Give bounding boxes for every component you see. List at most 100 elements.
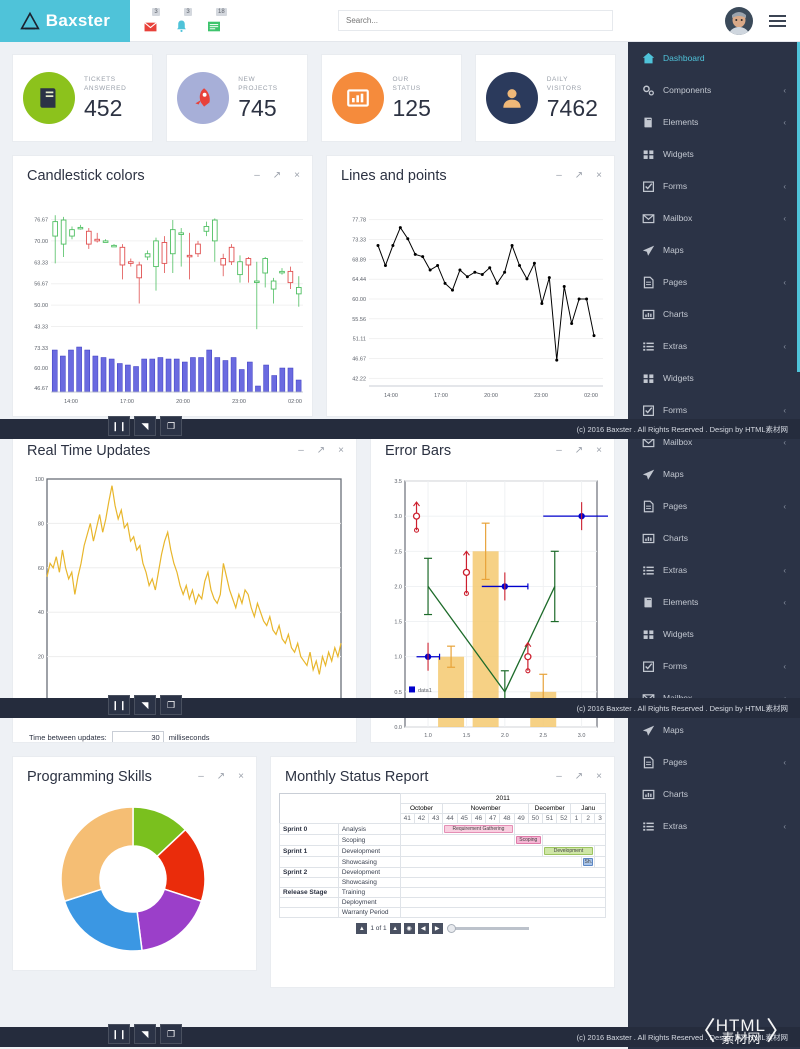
sidebar-item-extras[interactable]: Extras ‹ xyxy=(628,554,800,586)
close-icon[interactable]: × xyxy=(294,171,300,181)
chevron-left-icon[interactable]: ‹ xyxy=(783,406,786,415)
minimize-icon[interactable]: – xyxy=(556,772,562,782)
signal-button[interactable]: ◥ xyxy=(134,695,156,715)
gantt-zoom-slider[interactable] xyxy=(446,924,529,933)
chevron-left-icon[interactable]: ‹ xyxy=(783,662,786,671)
sidebar-item-extras[interactable]: Extras ‹ xyxy=(628,330,800,362)
expand-icon[interactable]: ↗ xyxy=(575,772,583,782)
gantt-control-1[interactable]: ◉ xyxy=(403,923,415,934)
sidebar-item-forms[interactable]: Forms ‹ xyxy=(628,170,800,202)
chevron-left-icon[interactable]: ‹ xyxy=(783,758,786,767)
signal-button[interactable]: ◥ xyxy=(134,1024,156,1044)
expand-icon[interactable]: ↗ xyxy=(575,446,583,456)
gantt-row[interactable]: Scoping Scoping xyxy=(279,834,606,846)
sidebar-item-extras[interactable]: Extras ‹ xyxy=(628,810,800,842)
sidebar-item-dashboard[interactable]: Dashboard xyxy=(628,42,800,74)
update-interval-input[interactable] xyxy=(111,731,164,742)
sidebar-item-pages[interactable]: Pages ‹ xyxy=(628,746,800,778)
chevron-left-icon[interactable]: ‹ xyxy=(783,182,786,191)
sidebar-item-components[interactable]: Components ‹ xyxy=(628,74,800,106)
chevron-left-icon[interactable]: ‹ xyxy=(783,86,786,95)
bell-icon-button[interactable]: 3 xyxy=(176,7,194,32)
close-icon[interactable]: × xyxy=(238,772,244,782)
page-button[interactable]: ❐ xyxy=(160,695,182,715)
sidebar-item-mailbox[interactable]: Mailbox ‹ xyxy=(628,202,800,234)
gantt-bar[interactable]: Requirement Gathering xyxy=(444,825,513,833)
lines-chart[interactable]: 77.78 73.33 68.89 64.44 60.00 55.56 51.11 46.67… xyxy=(327,190,614,416)
sidebar-item-pages[interactable]: Pages ‹ xyxy=(628,266,800,298)
gantt-control-0[interactable]: ▲ xyxy=(389,923,401,934)
chevron-left-icon[interactable]: ‹ xyxy=(783,566,786,575)
gantt-row[interactable]: Showcasing Sh. xyxy=(279,856,606,868)
gantt-row[interactable]: Sprint 1 Development Development xyxy=(279,845,606,857)
minimize-icon[interactable]: – xyxy=(556,171,562,181)
chevron-left-icon[interactable]: ‹ xyxy=(783,118,786,127)
minimize-icon[interactable]: – xyxy=(298,446,304,456)
candlestick-chart[interactable]: 76.67 70.00 63.33 56.67 50.00 43.33 73.33 60.00… xyxy=(13,190,312,416)
page-button[interactable]: ❐ xyxy=(160,1024,182,1044)
pause-button[interactable]: ❙❙ xyxy=(108,416,130,436)
slider-knob[interactable] xyxy=(446,924,456,933)
expand-icon[interactable]: ↗ xyxy=(273,171,281,181)
stat-card-projects[interactable]: NEW PROJECTS 745 xyxy=(166,54,308,142)
gantt-row[interactable]: Sprint 0 Analysis Requirement Gathering xyxy=(279,823,607,835)
gantt-bar[interactable]: Development xyxy=(544,847,593,855)
close-icon[interactable]: × xyxy=(596,772,602,782)
sidebar-item-elements[interactable]: Elements ‹ xyxy=(628,586,800,618)
close-icon[interactable]: × xyxy=(338,446,344,456)
realtime-chart[interactable]: 100806040200 xyxy=(13,465,356,725)
gantt-table[interactable]: 2011 October November December Janu 41 42 43 44 4… xyxy=(279,793,607,918)
chevron-left-icon[interactable]: ‹ xyxy=(783,278,786,287)
mail-icon-button[interactable]: 3 xyxy=(144,7,162,32)
stat-card-tickets[interactable]: TICKETS ANSWERED 452 xyxy=(12,54,154,142)
sidebar-item-widgets[interactable]: Widgets xyxy=(628,618,800,650)
gantt-control-2[interactable]: ◀ xyxy=(417,923,429,934)
gantt-bar[interactable]: Sh. xyxy=(583,858,593,866)
close-icon[interactable]: × xyxy=(596,446,602,456)
expand-icon[interactable]: ↗ xyxy=(575,171,583,181)
user-avatar[interactable] xyxy=(725,6,753,35)
gantt-row[interactable]: Release Stage Training xyxy=(279,887,607,898)
expand-icon[interactable]: ↗ xyxy=(217,772,225,782)
minimize-icon[interactable]: – xyxy=(198,772,204,782)
search-input[interactable] xyxy=(338,10,613,31)
stat-card-status[interactable]: OUR STATUS 125 xyxy=(320,54,462,142)
chevron-left-icon[interactable]: ‹ xyxy=(783,822,786,831)
sidebar-item-elements[interactable]: Elements ‹ xyxy=(628,106,800,138)
signal-button[interactable]: ◥ xyxy=(134,416,156,436)
close-icon[interactable]: × xyxy=(596,171,602,181)
brand-logo-area[interactable]: Baxster xyxy=(0,0,130,42)
sidebar-item-forms[interactable]: Forms ‹ xyxy=(628,650,800,682)
minimize-icon[interactable]: – xyxy=(254,171,260,181)
gantt-table-container[interactable]: 2011 October November December Janu 41 42 43 44 4… xyxy=(279,793,607,918)
pause-button[interactable]: ❙❙ xyxy=(108,1024,130,1044)
gantt-control-3[interactable]: ▶ xyxy=(431,923,443,934)
sidebar-item-pages[interactable]: Pages ‹ xyxy=(628,490,800,522)
sidebar-item-charts[interactable]: Charts xyxy=(628,298,800,330)
sidebar-item-maps[interactable]: Maps xyxy=(628,458,800,490)
hamburger-menu[interactable] xyxy=(769,14,786,27)
expand-icon[interactable]: ↗ xyxy=(317,446,325,456)
gantt-row[interactable]: Warranty Period xyxy=(279,907,607,918)
gantt-first-button[interactable]: ▲ xyxy=(356,923,368,934)
pause-button[interactable]: ❙❙ xyxy=(108,695,130,715)
chevron-left-icon[interactable]: ‹ xyxy=(783,342,786,351)
minimize-icon[interactable]: – xyxy=(556,446,562,456)
gantt-row[interactable]: Showcasing xyxy=(279,877,607,888)
sidebar-item-charts[interactable]: Charts xyxy=(628,522,800,554)
tasks-icon-button[interactable]: 18 xyxy=(208,7,227,32)
sidebar-item-widgets[interactable]: Widgets xyxy=(628,138,800,170)
skills-chart[interactable] xyxy=(13,791,256,970)
gantt-row[interactable]: Sprint 2 Development xyxy=(279,867,607,878)
chevron-left-icon[interactable]: ‹ xyxy=(783,214,786,223)
chevron-left-icon[interactable]: ‹ xyxy=(783,502,786,511)
gantt-row[interactable]: Deployment xyxy=(279,897,607,908)
stat-card-visitors[interactable]: DAILY VISITORS 7462 xyxy=(474,54,616,142)
sidebar-item-maps[interactable]: Maps xyxy=(628,714,800,746)
sidebar-item-charts[interactable]: Charts xyxy=(628,778,800,810)
page-button[interactable]: ❐ xyxy=(160,416,182,436)
sidebar-item-widgets[interactable]: Widgets xyxy=(628,362,800,394)
chevron-left-icon[interactable]: ‹ xyxy=(783,598,786,607)
gantt-bar[interactable]: Scoping xyxy=(515,836,542,844)
sidebar-item-maps[interactable]: Maps xyxy=(628,234,800,266)
